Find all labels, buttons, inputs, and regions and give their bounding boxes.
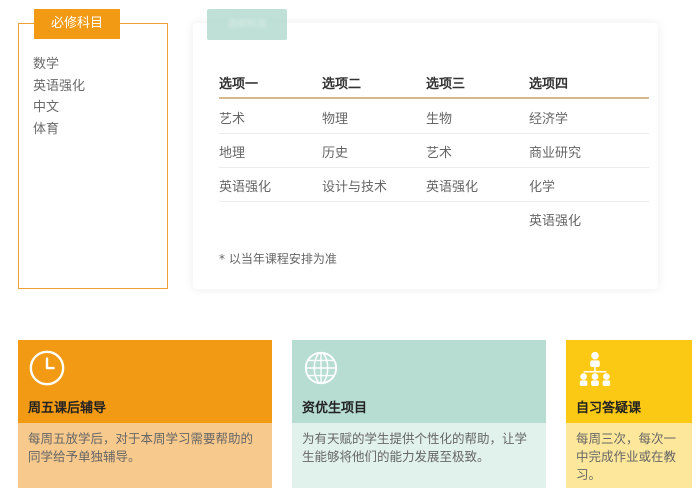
table-cell: 经济学	[529, 112, 569, 127]
feature-description-line: 中完成作业或在教	[576, 449, 677, 464]
feature-card-friday-tutoring: 周五课后辅导 每周五放学后，对于本周学习需要帮助的同学给予单独辅导。	[18, 340, 272, 488]
row-divider	[219, 167, 649, 168]
elective-subjects-tab-label: 选修科目	[227, 19, 267, 30]
clock-icon	[29, 350, 65, 386]
table-cell: 英语强化	[426, 180, 479, 195]
feature-description: 每周五放学后，对于本周学习需要帮助的同学给予单独辅导。	[18, 423, 272, 488]
table-cell: 艺术	[426, 146, 453, 161]
column-header-3: 选项三	[426, 77, 466, 92]
table-cell: 设计与技术	[322, 180, 388, 195]
feature-description: 为有天赋的学生提供个性化的帮助，让学生能够将他们的能力发展至极致。	[292, 423, 546, 488]
table-cell: 化学	[529, 180, 556, 195]
required-subjects-box: 数学 英语强化 中文 体育	[18, 23, 168, 289]
feature-description: 每周三次，每次一 中完成作业或在教 习。	[566, 423, 692, 488]
feature-title: 周五课后辅导	[28, 401, 107, 416]
table-cell: 生物	[426, 112, 453, 127]
feature-description-line: 每周三次，每次一	[576, 431, 677, 446]
table-cell: 地理	[219, 146, 246, 161]
table-cell: 物理	[322, 112, 349, 127]
feature-title: 自习答疑课	[576, 401, 642, 416]
table-cell: 英语强化	[529, 214, 582, 229]
column-header-2: 选项二	[322, 77, 362, 92]
row-divider	[219, 133, 649, 134]
table-cell: 历史	[322, 146, 349, 161]
schedule-note: * 以当年课程安排为准	[219, 252, 337, 266]
globe-icon	[304, 351, 338, 385]
people-network-icon	[579, 351, 611, 387]
table-cell: 艺术	[219, 112, 246, 127]
required-subject-item: 英语强化	[33, 78, 86, 94]
required-subject-item: 中文	[33, 100, 60, 115]
table-cell: 英语强化	[219, 180, 272, 195]
feature-card-study-qa: 自习答疑课 每周三次，每次一 中完成作业或在教 习。	[566, 340, 692, 488]
column-header-4: 选项四	[529, 77, 569, 92]
required-subjects-tab: 必修科目	[34, 9, 120, 39]
feature-card-gifted-program: 资优生项目 为有天赋的学生提供个性化的帮助，让学生能够将他们的能力发展至极致。	[292, 340, 546, 488]
feature-title: 资优生项目	[302, 401, 368, 416]
feature-description-line: 习。	[576, 467, 602, 482]
feature-card-header: 周五课后辅导	[18, 340, 272, 423]
elective-subjects-tab: 选修科目	[207, 9, 287, 40]
feature-card-header: 自习答疑课	[566, 340, 692, 423]
required-subject-list: 数学 英语强化 中文 体育	[33, 54, 85, 140]
feature-card-header: 资优生项目	[292, 340, 546, 423]
required-subject-item: 体育	[33, 121, 60, 137]
table-cell: 商业研究	[529, 146, 582, 161]
header-divider	[219, 97, 649, 99]
required-subject-item: 数学	[33, 57, 60, 72]
column-header-1: 选项一	[219, 77, 259, 92]
row-divider	[219, 201, 649, 202]
